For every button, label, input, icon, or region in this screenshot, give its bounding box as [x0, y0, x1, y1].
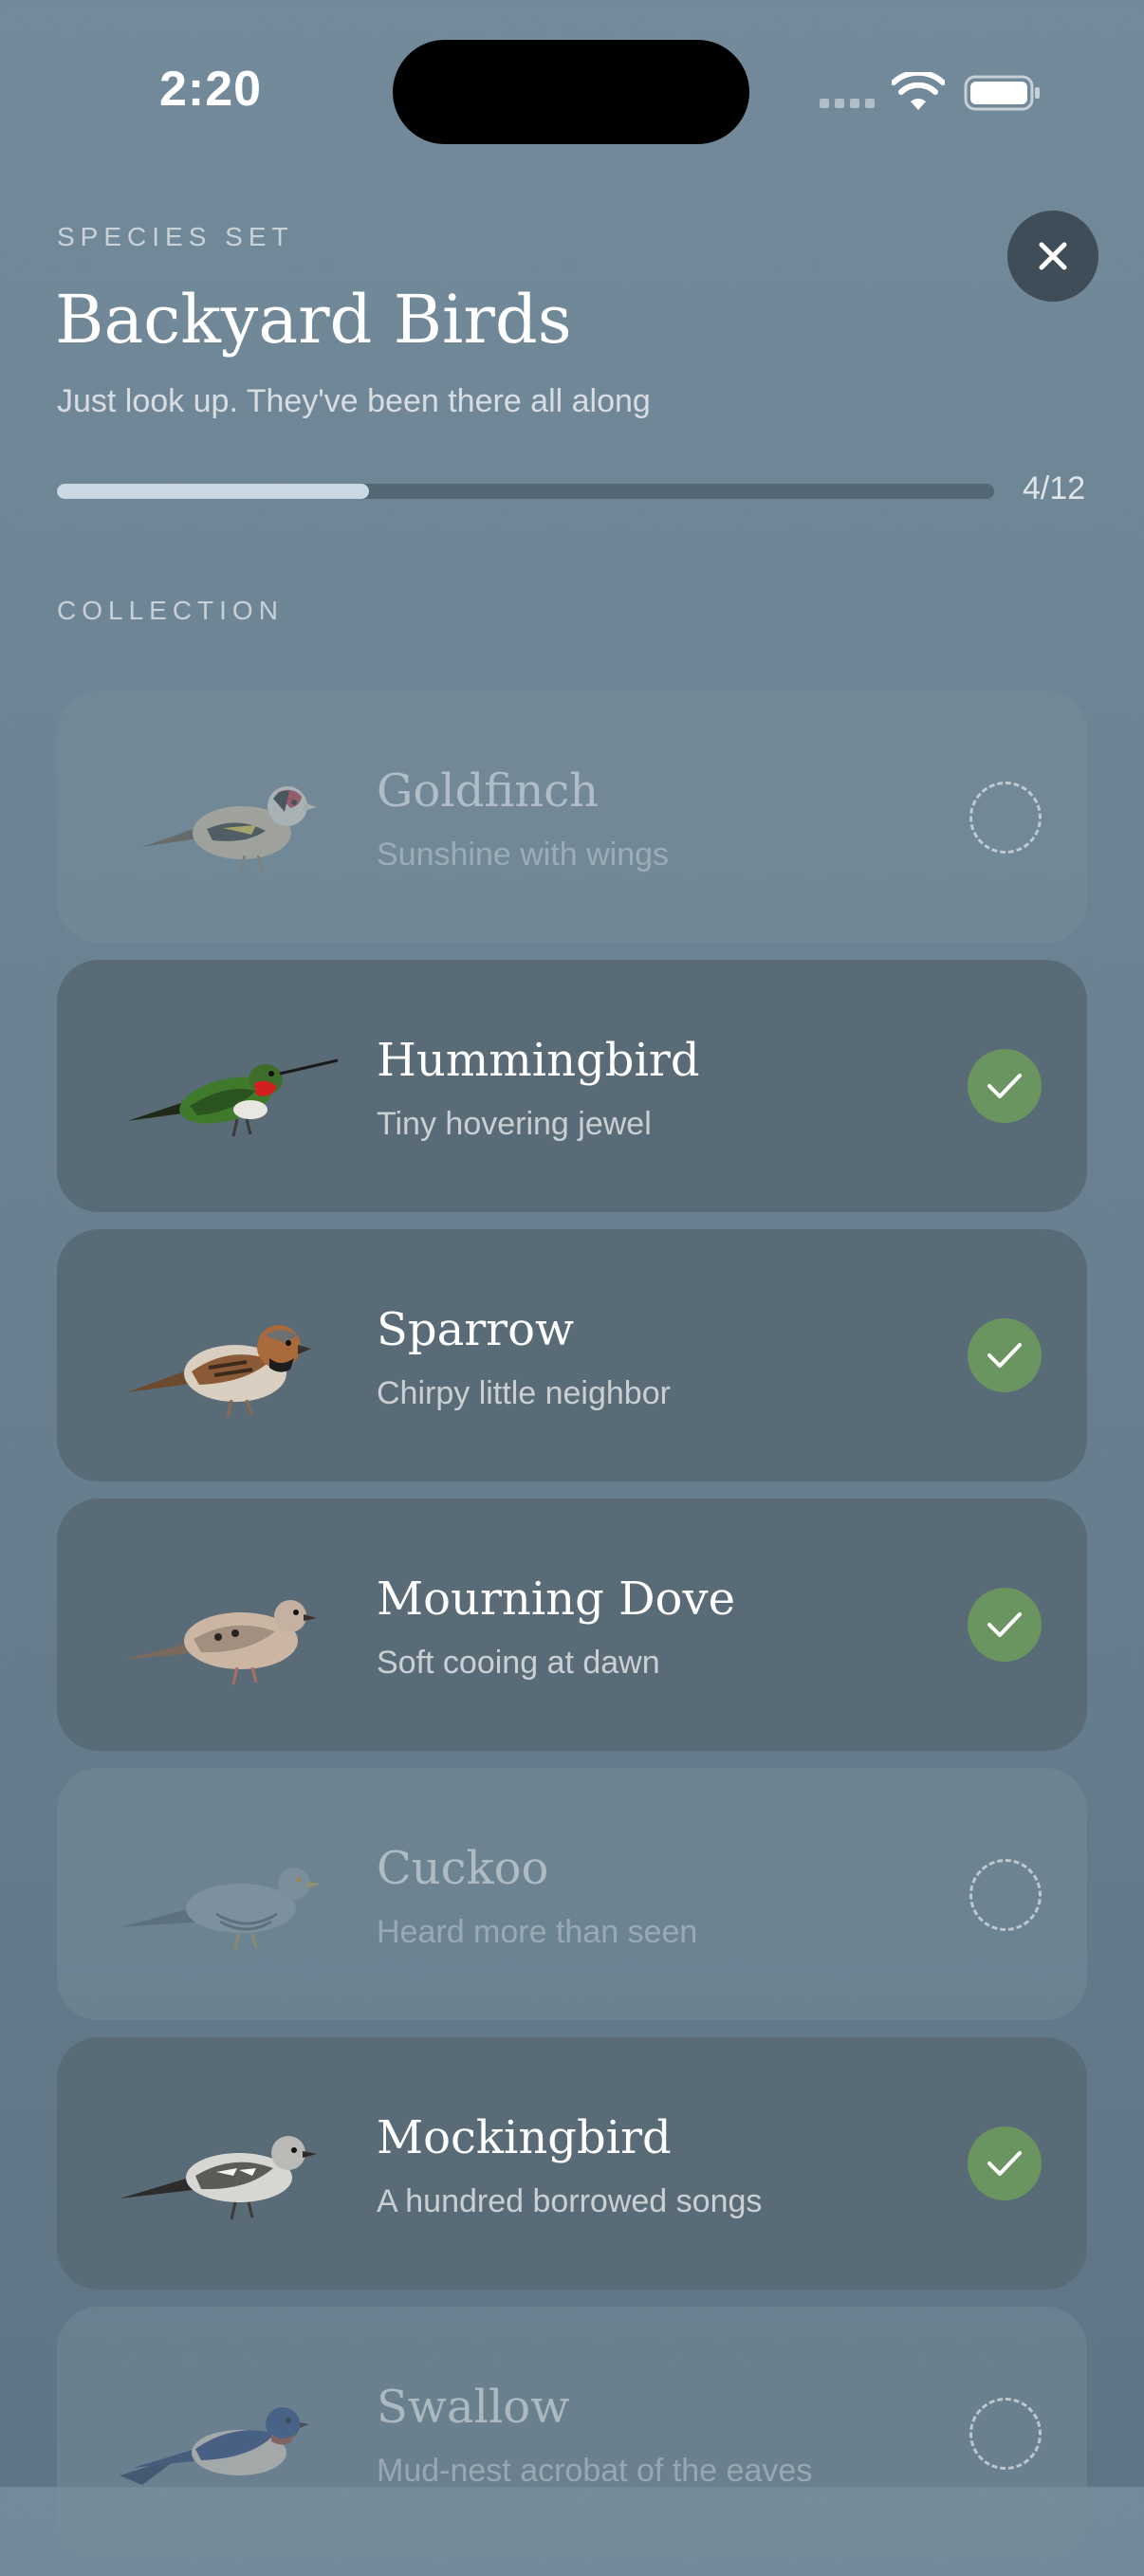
- bird-card-goldfinch[interactable]: Goldfinch Sunshine with wings: [57, 690, 1087, 943]
- collected-check-icon: [968, 2126, 1042, 2200]
- bird-tagline: Sunshine with wings: [377, 837, 670, 873]
- bird-card-hummingbird[interactable]: Hummingbird Tiny hovering jewel: [57, 960, 1087, 1212]
- bird-tagline: Tiny hovering jewel: [377, 1106, 652, 1142]
- bird-name: Swallow: [377, 2381, 570, 2434]
- bird-card-cuckoo[interactable]: Cuckoo Heard more than seen: [57, 1768, 1087, 2020]
- bird-tagline: Chirpy little neighbor: [377, 1375, 671, 1411]
- collected-check-icon: [968, 1588, 1042, 1662]
- swallow-illustration: [120, 2407, 309, 2485]
- bird-tagline: Mud-nest acrobat of the eaves: [377, 2453, 813, 2489]
- close-icon: [1039, 242, 1067, 270]
- bird-card-mourning-dove[interactable]: Mourning Dove Soft cooing at dawn: [57, 1499, 1087, 1751]
- status-time: 2:20: [159, 62, 263, 117]
- not-collected-icon: [969, 1859, 1042, 1931]
- status-bar: 2:20: [0, 0, 1144, 180]
- bird-name: Goldfinch: [377, 764, 600, 818]
- bird-name: Sparrow: [377, 1303, 575, 1356]
- hummingbird-illustration: [127, 1058, 339, 1137]
- bird-list: Goldfinch Sunshine with wings Hummingbir…: [57, 690, 1087, 2576]
- wifi-icon: [892, 72, 945, 110]
- bird-name: Hummingbird: [377, 1034, 700, 1087]
- progress-count: 4/12: [1023, 470, 1086, 506]
- bird-name: Cuckoo: [377, 1842, 549, 1895]
- mourning-dove-illustration: [123, 1600, 317, 1685]
- goldfinch-illustration: [142, 786, 317, 872]
- progress-fill: [57, 484, 370, 499]
- bird-tagline: Heard more than seen: [377, 1914, 698, 1950]
- bird-tagline: Soft cooing at dawn: [377, 1645, 660, 1681]
- collection-progress-bar: [57, 484, 994, 499]
- sparrow-illustration: [127, 1325, 311, 1418]
- dynamic-island: [393, 40, 749, 144]
- cuckoo-illustration: [120, 1868, 321, 1951]
- bird-tagline: A hundred borrowed songs: [377, 2183, 763, 2219]
- mockingbird-illustration: [120, 2136, 317, 2220]
- bird-card-swallow[interactable]: Swallow Mud-nest acrobat of the eaves: [57, 2307, 1087, 2559]
- species-set-eyebrow: SPECIES SET: [57, 222, 294, 251]
- bird-name: Mourning Dove: [377, 1573, 735, 1626]
- close-button[interactable]: [1007, 211, 1098, 302]
- bird-card-mockingbird[interactable]: Mockingbird A hundred borrowed songs: [57, 2037, 1087, 2290]
- collected-check-icon: [968, 1318, 1042, 1392]
- section-label: COLLECTION: [57, 596, 284, 625]
- page-title: Backyard Birds: [55, 281, 572, 359]
- bird-card-sparrow[interactable]: Sparrow Chirpy little neighbor: [57, 1229, 1087, 1481]
- page-subtitle: Just look up. They've been there all alo…: [57, 383, 651, 419]
- collected-check-icon: [968, 1049, 1042, 1123]
- battery-icon: [964, 75, 1040, 111]
- not-collected-icon: [969, 2398, 1042, 2470]
- bird-name: Mockingbird: [377, 2111, 672, 2164]
- cellular-signal-icon: [820, 99, 875, 112]
- not-collected-icon: [969, 782, 1042, 854]
